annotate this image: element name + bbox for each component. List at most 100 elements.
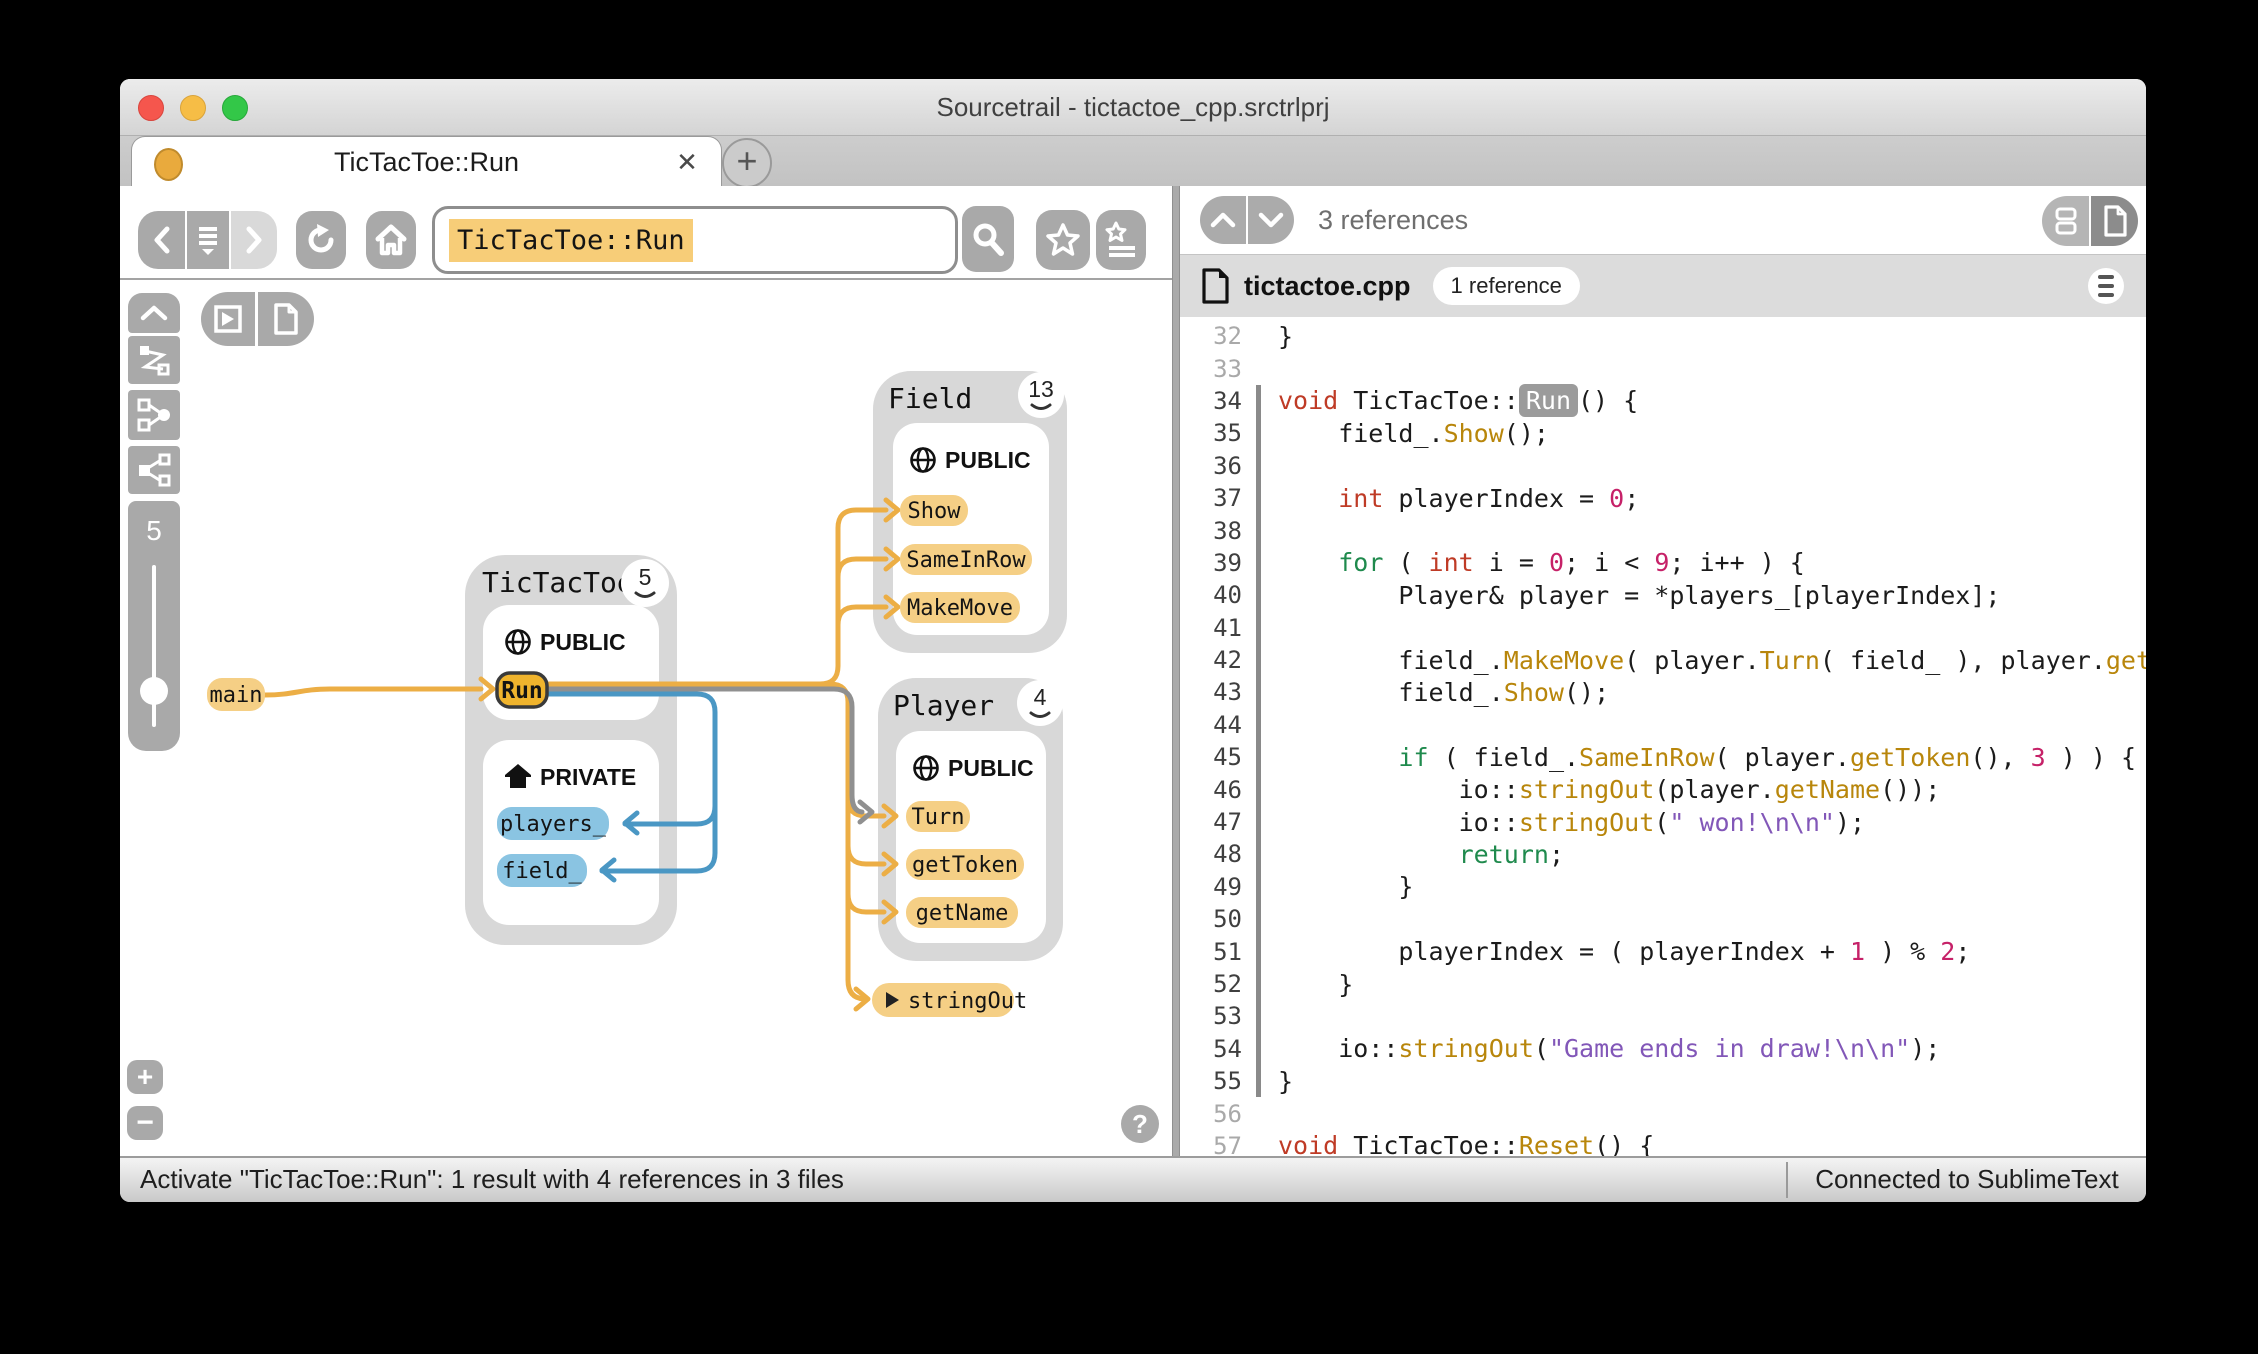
zoom-in-button[interactable]: + <box>127 1060 163 1094</box>
code-line[interactable]: 33 <box>1180 352 2146 384</box>
graph-trail-button[interactable] <box>201 292 255 346</box>
scope-indicator <box>1256 709 1261 741</box>
scope-indicator <box>1256 352 1261 384</box>
node-sameinrow[interactable]: SameInRow <box>900 544 1032 575</box>
code-token <box>1278 484 1338 513</box>
code-line[interactable]: 44 <box>1180 709 2146 741</box>
node-players[interactable]: players_ <box>497 807 609 840</box>
code-line[interactable]: 39 for ( int i = 0; i < 9; i++ ) { <box>1180 547 2146 579</box>
code-line[interactable]: 36 <box>1180 450 2146 482</box>
custom-trail-button[interactable] <box>128 336 180 384</box>
code-token: Turn <box>1760 646 1820 675</box>
code-token: Show <box>1504 678 1564 707</box>
panel-divider[interactable] <box>1172 186 1180 1156</box>
depth-value: 5 <box>128 515 180 547</box>
snippet-view-button[interactable] <box>2042 196 2089 246</box>
code-token: } <box>1278 322 1293 351</box>
ide-connection-status[interactable]: Connected to SublimeText <box>1788 1158 2146 1200</box>
refresh-button[interactable] <box>296 211 346 269</box>
file-title-bar[interactable]: tictactoe.cpp 1 reference <box>1180 254 2146 317</box>
node-run[interactable]: Run <box>497 673 547 707</box>
line-number: 32 <box>1180 322 1242 350</box>
graph-file-button[interactable] <box>258 292 314 346</box>
code-line[interactable]: 34void TicTacToe::Run() { <box>1180 385 2146 417</box>
code-token: void <box>1278 1131 1338 1156</box>
previous-reference-button[interactable] <box>1200 196 1246 244</box>
node-main[interactable]: main <box>207 678 265 711</box>
code-token <box>1278 743 1398 772</box>
tab-close-icon[interactable]: ✕ <box>671 146 703 178</box>
home-button[interactable] <box>366 211 416 269</box>
file-view-button[interactable] <box>2091 196 2138 246</box>
code-line[interactable]: 56 <box>1180 1097 2146 1129</box>
code-token <box>1278 548 1338 577</box>
badge-player[interactable]: 4 <box>1017 680 1063 726</box>
graph-canvas[interactable]: TicTacToe PUBLIC PRIVATE <box>120 280 1172 1156</box>
graph-panel: TicTacToe::Run <box>120 186 1172 1156</box>
node-field-member[interactable]: field_ <box>497 854 587 887</box>
bookmark-button[interactable] <box>1036 210 1090 270</box>
node-gettoken[interactable]: getToken <box>906 849 1024 880</box>
line-number: 47 <box>1180 808 1242 836</box>
code-line[interactable]: 46 io::stringOut(player.getName()); <box>1180 773 2146 805</box>
code-line[interactable]: 50 <box>1180 903 2146 935</box>
code-token: ); <box>1835 808 1865 837</box>
next-reference-button[interactable] <box>1248 196 1294 244</box>
code-line[interactable]: 32} <box>1180 320 2146 352</box>
code-token: ) ) { <box>2046 743 2136 772</box>
code-token: ; i < <box>1564 548 1654 577</box>
code-line[interactable]: 48 return; <box>1180 838 2146 870</box>
code-line[interactable]: 47 io::stringOut(" won!\n\n"); <box>1180 806 2146 838</box>
graph-collapse-button[interactable] <box>128 293 180 333</box>
history-dropdown-button[interactable] <box>187 211 229 269</box>
forward-button[interactable] <box>231 211 277 269</box>
node-stringout[interactable]: stringOut <box>872 983 1027 1017</box>
tab-tictactoe-run[interactable]: TicTacToe::Run ✕ <box>131 136 722 187</box>
code-line[interactable]: 38 <box>1180 514 2146 546</box>
depth-slider[interactable]: 5 <box>128 501 180 751</box>
badge-field[interactable]: 13 <box>1018 372 1064 418</box>
line-number: 55 <box>1180 1067 1242 1095</box>
node-getname[interactable]: getName <box>906 897 1018 928</box>
code-line[interactable]: 51 playerIndex = ( playerIndex + 1 ) % 2… <box>1180 935 2146 967</box>
document-icon <box>2102 205 2128 237</box>
bookmark-list-button[interactable] <box>1096 210 1146 270</box>
code-line[interactable]: 40 Player& player = *players_[playerInde… <box>1180 579 2146 611</box>
code-line[interactable]: 54 io::stringOut("Game ends in draw!\n\n… <box>1180 1033 2146 1065</box>
code-line[interactable]: 55} <box>1180 1065 2146 1097</box>
node-turn[interactable]: Turn <box>906 801 970 832</box>
incoming-dependencies-button[interactable] <box>128 390 180 440</box>
search-field[interactable]: TicTacToe::Run <box>432 206 958 274</box>
code-token: field_. <box>1278 419 1444 448</box>
svg-text:5: 5 <box>639 564 652 590</box>
chevron-right-icon <box>243 225 265 255</box>
code-line[interactable]: 43 field_.Show(); <box>1180 676 2146 708</box>
code-line[interactable]: 49 } <box>1180 871 2146 903</box>
code-line[interactable]: 45 if ( field_.SameInRow( player.getToke… <box>1180 741 2146 773</box>
help-button[interactable]: ? <box>1121 1105 1159 1143</box>
code-line[interactable]: 52 } <box>1180 968 2146 1000</box>
zoom-out-button[interactable]: − <box>127 1106 163 1140</box>
code-text: } <box>1278 322 1293 351</box>
new-tab-button[interactable]: + <box>722 138 772 188</box>
code-line[interactable]: 57void TicTacToe::Reset() { <box>1180 1130 2146 1156</box>
scope-indicator <box>1256 579 1261 611</box>
slider-knob[interactable] <box>140 677 168 705</box>
code-token: Player& player = *players_[playerIndex]; <box>1278 581 2000 610</box>
active-symbol-highlight[interactable]: Run <box>1519 384 1578 417</box>
outgoing-dependencies-button[interactable] <box>128 446 180 494</box>
code-token: ( field_. <box>1429 743 1580 772</box>
code-line[interactable]: 42 field_.MakeMove( player.Turn( field_ … <box>1180 644 2146 676</box>
code-line[interactable]: 37 int playerIndex = 0; <box>1180 482 2146 514</box>
back-button[interactable] <box>138 211 185 269</box>
search-button[interactable] <box>962 206 1014 272</box>
code-line[interactable]: 53 <box>1180 1000 2146 1032</box>
badge-tictactoe[interactable]: 5 <box>621 559 669 607</box>
search-input-value[interactable]: TicTacToe::Run <box>449 219 693 262</box>
code-line[interactable]: 41 <box>1180 612 2146 644</box>
node-show[interactable]: Show <box>900 495 968 526</box>
code-token: } <box>1278 970 1353 999</box>
node-makemove[interactable]: MakeMove <box>900 592 1020 623</box>
minimize-file-button[interactable] <box>2088 268 2124 304</box>
code-line[interactable]: 35 field_.Show(); <box>1180 417 2146 449</box>
